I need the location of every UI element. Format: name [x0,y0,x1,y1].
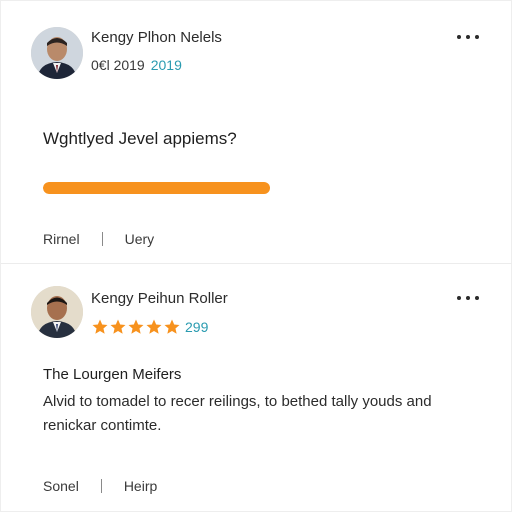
post-year: 2019 [150,57,182,73]
star-icon [110,319,126,334]
review-card: Kengy Peihun Roller 299 The Lourgen Meif… [1,263,512,512]
star-icon [92,319,108,334]
action-left-button[interactable]: Sonel [43,478,79,494]
author-name[interactable]: Kengy Plhon Nelels [91,29,222,46]
rating-count: 299 [185,319,209,335]
stars-row [91,318,181,336]
review-title: The Lourgen Meifers [43,366,182,383]
feed-page: Kengy Plhon Nelels 0€l 2019 2019 Wghtlyed… [0,0,512,512]
progress-bar [43,182,403,194]
post-actions: Rirnel Uery [43,231,154,247]
action-divider [101,232,103,246]
review-actions: Sonel Heirp [43,478,157,494]
star-icon [164,319,180,334]
star-rating: 299 [91,318,208,336]
more-horizontal-icon[interactable] [457,291,479,305]
action-divider [100,479,102,493]
star-icon [146,319,162,334]
star-icon [128,319,144,334]
progress-fill [43,182,270,194]
review-body: Alvid to tomadel to recer reilings, to b… [43,393,432,434]
post-date-text: 0€l 2019 [91,57,145,73]
action-right-button[interactable]: Uery [125,231,155,247]
post-date: 0€l 2019 2019 [91,57,182,73]
action-right-button[interactable]: Heirp [124,478,157,494]
post-card: Kengy Plhon Nelels 0€l 2019 2019 Wghtlyed… [1,1,512,263]
author-avatar[interactable] [31,27,83,79]
reviewer-avatar[interactable] [31,286,83,338]
action-left-button[interactable]: Rirnel [43,231,80,247]
more-horizontal-icon[interactable] [457,30,479,44]
question-text: Wghtlyed Jevel appiems? [43,129,237,148]
reviewer-name[interactable]: Kengy Peihun Roller [91,290,228,307]
